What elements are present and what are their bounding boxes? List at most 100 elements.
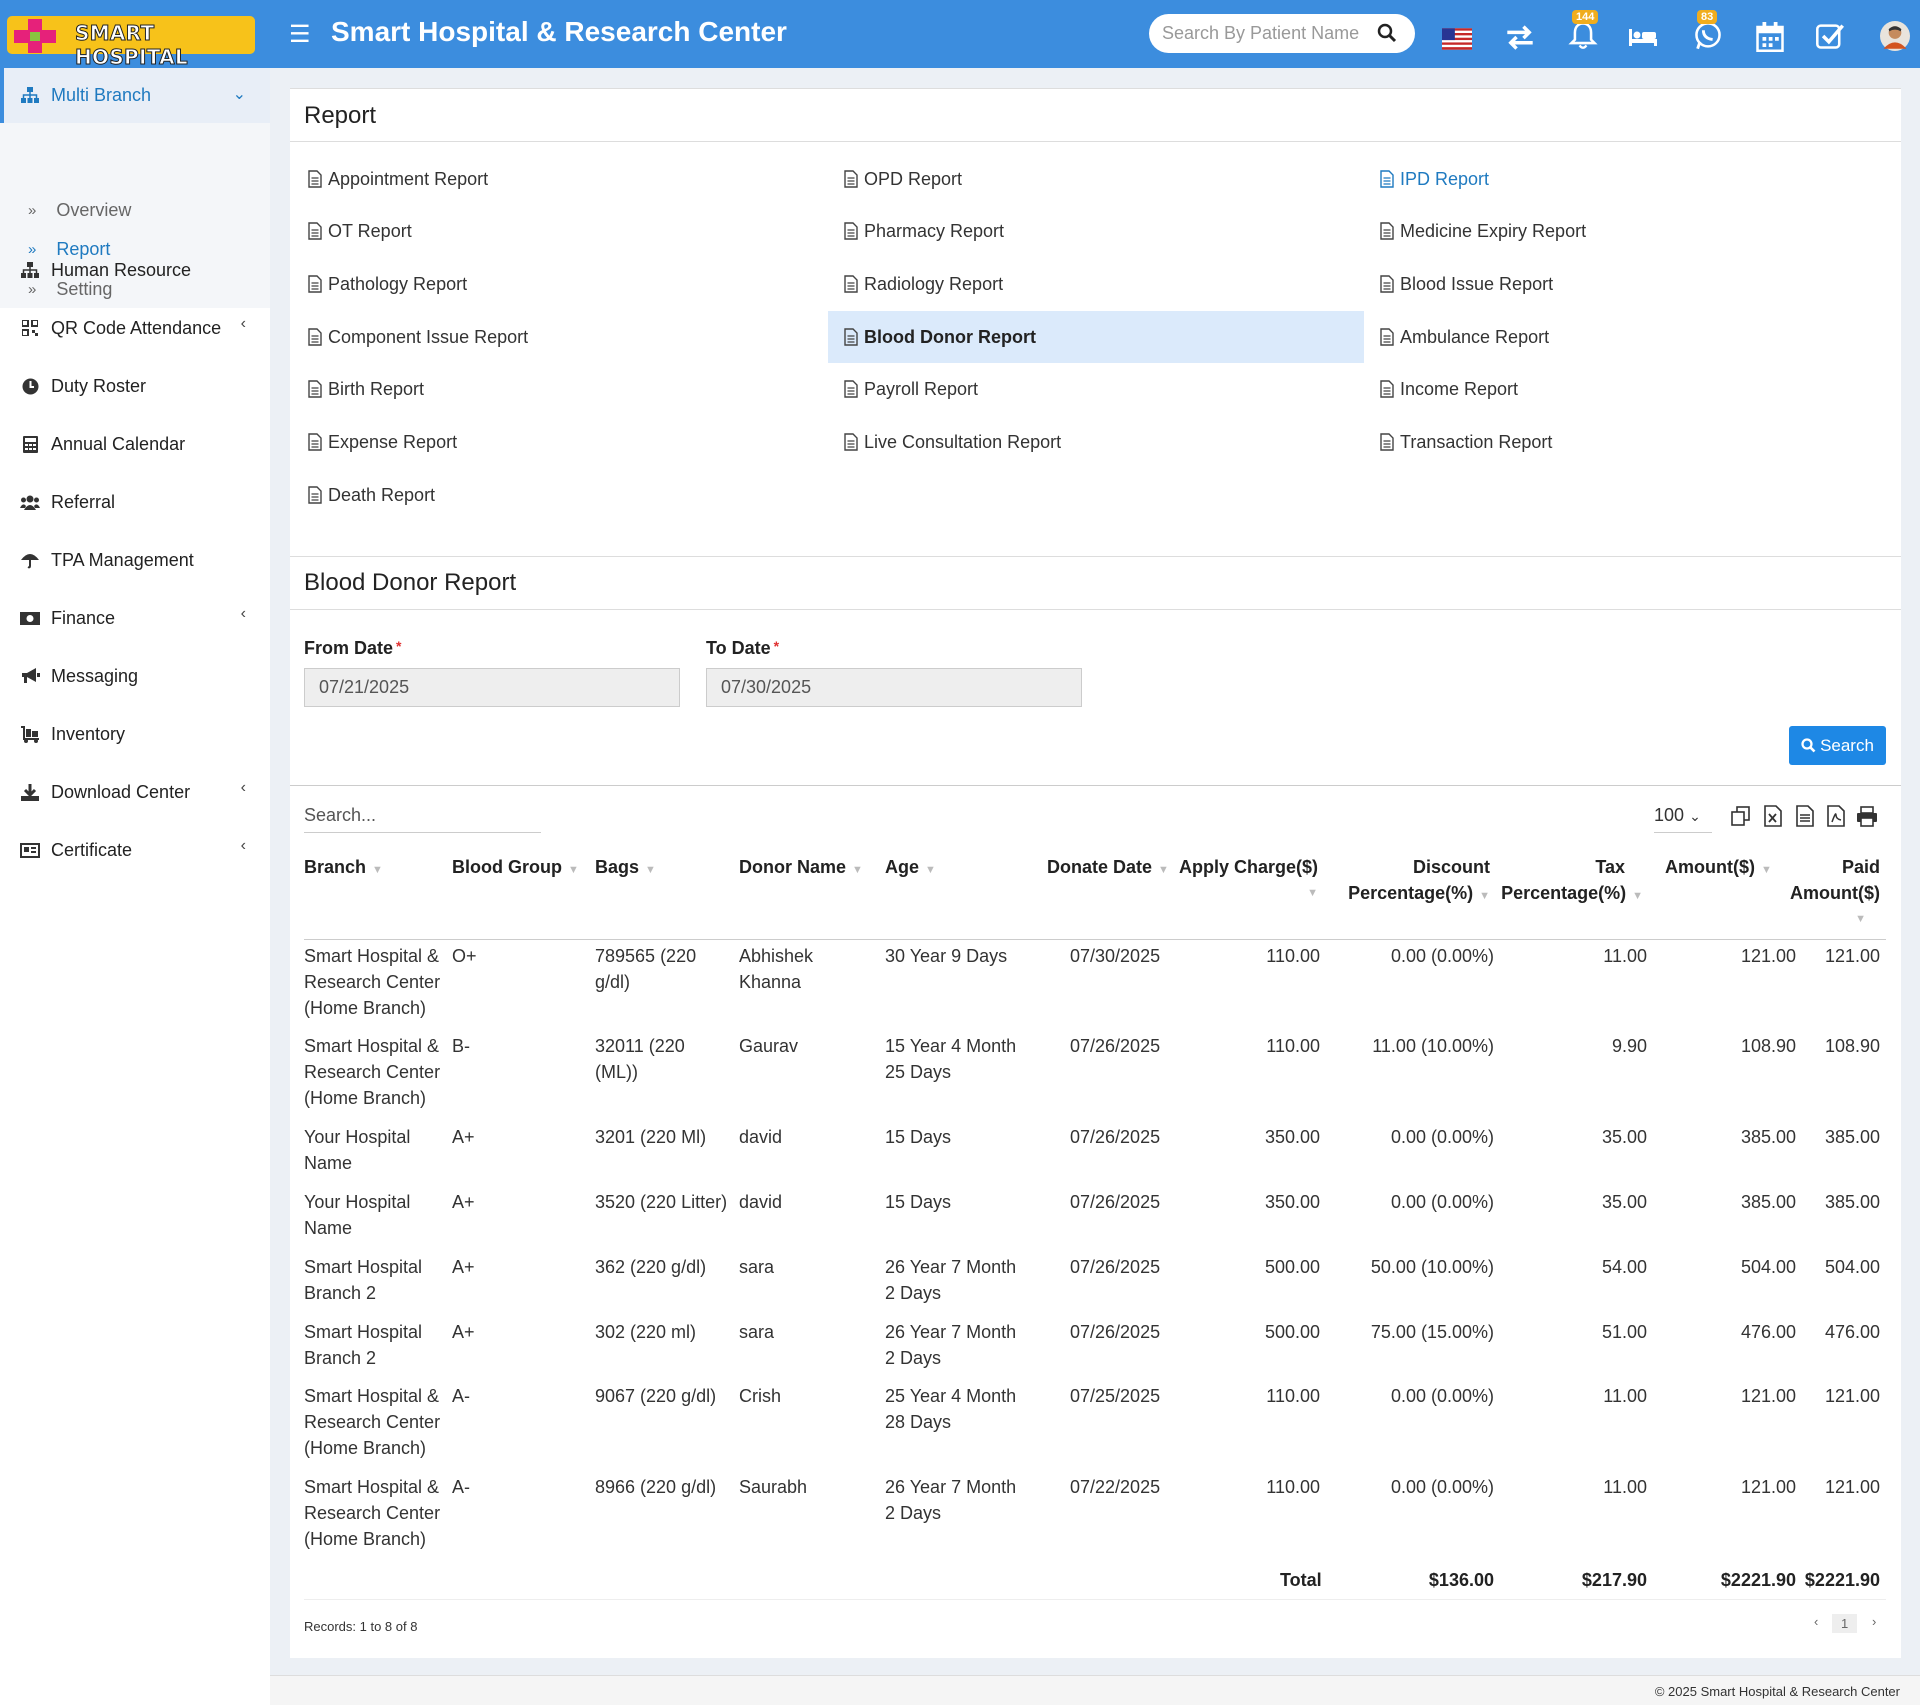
sort-icon: ▼	[1855, 913, 1866, 925]
table-search-input[interactable]: Search...	[304, 805, 541, 833]
from-date-label: From Date *	[304, 638, 401, 659]
report-link-expense-report[interactable]: Expense Report	[292, 416, 828, 468]
report-link-death-report[interactable]: Death Report	[292, 469, 828, 521]
cell-bags: 362 (220 g/dl)	[595, 1254, 735, 1280]
column-header-blood-group[interactable]: Blood Group ▼	[452, 854, 579, 883]
report-link-income-report[interactable]: Income Report	[1364, 363, 1900, 415]
header-text: Discount	[1412, 857, 1490, 877]
to-date-label-text: To Date	[706, 638, 771, 658]
copy-icon[interactable]	[1730, 805, 1752, 827]
sidebar-item-finance[interactable]: Finance	[20, 603, 115, 633]
file-icon	[1380, 328, 1394, 346]
column-header-amount[interactable]: Amount($) ▼	[1665, 854, 1772, 883]
column-header-donate-date[interactable]: Donate Date ▼	[1047, 854, 1169, 883]
bed-icon[interactable]	[1628, 22, 1658, 52]
report-link-ipd-report[interactable]: IPD Report	[1364, 153, 1900, 205]
sidebar-item-messaging[interactable]: Messaging	[20, 661, 138, 691]
report-link-label: Income Report	[1400, 378, 1519, 399]
report-link-live-consultation-report[interactable]: Live Consultation Report	[828, 416, 1364, 468]
patient-search	[1149, 14, 1415, 53]
patient-search-input[interactable]	[1162, 23, 1372, 44]
logo[interactable]: SMART HOSPITAL	[7, 16, 255, 70]
report-link-pharmacy-report[interactable]: Pharmacy Report	[828, 205, 1364, 257]
csv-icon[interactable]	[1794, 805, 1816, 827]
cell-group: O+	[452, 946, 477, 966]
report-link-birth-report[interactable]: Birth Report	[292, 363, 828, 415]
report-link-label: Blood Issue Report	[1400, 273, 1554, 294]
sidebar-item-qr-code-attendance[interactable]: QR Code Attendance	[20, 313, 221, 343]
column-header-age[interactable]: Age ▼	[885, 854, 936, 883]
switch-arrows-icon[interactable]	[1505, 22, 1535, 52]
report-link-blood-donor-report[interactable]: Blood Donor Report	[828, 311, 1364, 363]
report-link-medicine-expiry-report[interactable]: Medicine Expiry Report	[1364, 205, 1900, 257]
sidebar-item-human-resource[interactable]: Human Resource	[20, 255, 191, 285]
report-link-radiology-report[interactable]: Radiology Report	[828, 258, 1364, 310]
pdf-icon[interactable]	[1825, 805, 1847, 827]
header-divider	[304, 939, 1886, 940]
report-link-ambulance-report[interactable]: Ambulance Report	[1364, 311, 1900, 363]
cell-line: Research Center	[304, 972, 441, 992]
sidebar-item-referral[interactable]: Referral	[20, 487, 115, 517]
report-link-payroll-report[interactable]: Payroll Report	[828, 363, 1364, 415]
sidebar-item-inventory[interactable]: Inventory	[20, 719, 125, 749]
cell-line: 25 Days	[885, 1062, 952, 1082]
header-text: Bags	[595, 857, 640, 877]
calendar-icon[interactable]	[1755, 22, 1785, 52]
column-header-branch[interactable]: Branch ▼	[304, 854, 383, 883]
report-link-opd-report[interactable]: OPD Report	[828, 153, 1364, 205]
cell-branch: Smart Hospital & Research Center (Home Bra…	[304, 943, 444, 1021]
page-size-select[interactable]: 100 ⌄	[1654, 805, 1712, 833]
excel-icon[interactable]	[1762, 805, 1784, 827]
cell-donor: Gaurav	[739, 1033, 869, 1059]
report-link-appointment-report[interactable]: Appointment Report	[292, 153, 828, 205]
cell-line: 9067 (220 g/dl)	[595, 1386, 717, 1406]
cell-age: 26 Year 7 Month 2 Days	[885, 1474, 1035, 1526]
report-link-component-issue-report[interactable]: Component Issue Report	[292, 311, 828, 363]
cell-line: 28 Days	[885, 1412, 952, 1432]
column-header-bags[interactable]: Bags ▼	[595, 854, 656, 883]
report-link-transaction-report[interactable]: Transaction Report	[1364, 416, 1900, 468]
whatsapp-badge: 83	[1697, 10, 1718, 24]
column-header-apply-charge[interactable]: Apply Charge($) ▼	[1170, 854, 1318, 906]
report-link-pathology-report[interactable]: Pathology Report	[292, 258, 828, 310]
luggage-cart-icon	[20, 725, 40, 743]
sub-item-overview[interactable]: » Overview	[28, 197, 131, 223]
file-icon	[308, 222, 322, 240]
print-icon[interactable]	[1856, 805, 1878, 827]
cell-age: 15 Days	[885, 1124, 1035, 1150]
column-header-paid-amount[interactable]: Paid Amount($) ▼	[1760, 854, 1880, 932]
sidebar-item-tpa-management[interactable]: TPA Management	[20, 545, 194, 575]
search-button[interactable]: Search	[1789, 726, 1886, 765]
divider	[290, 609, 1901, 610]
column-header-donor-name[interactable]: Donor Name ▼	[739, 854, 863, 883]
required-mark: *	[773, 638, 780, 654]
cell-line: Smart Hospital &	[304, 1477, 440, 1497]
prev-page-icon[interactable]: ‹	[1814, 1614, 1818, 1629]
cell-line: Saurabh	[739, 1477, 808, 1497]
from-date-input[interactable]: 07/21/2025	[304, 668, 680, 707]
column-header-tax[interactable]: Tax Percentage(%) ▼	[1480, 854, 1643, 909]
cell-bags: 789565 (220 g/dl)	[595, 943, 735, 995]
sidebar-item-duty-roster[interactable]: Duty Roster	[20, 371, 146, 401]
column-header-discount[interactable]: Discount Percentage(%) ▼	[1320, 854, 1490, 909]
sidebar-item-annual-calendar[interactable]: Annual Calendar	[20, 429, 185, 459]
user-avatar[interactable]	[1880, 21, 1910, 51]
menu-toggle-icon[interactable]: ☰	[289, 20, 311, 49]
sidebar-item-download-center[interactable]: Download Center	[20, 777, 190, 807]
to-date-input[interactable]: 07/30/2025	[706, 668, 1082, 707]
next-page-icon[interactable]: ›	[1872, 1614, 1876, 1629]
cell-line: Research Center	[304, 1062, 441, 1082]
task-check-icon[interactable]	[1815, 21, 1845, 51]
file-icon	[308, 433, 322, 451]
us-flag-icon[interactable]	[1442, 24, 1472, 54]
search-icon[interactable]	[1377, 23, 1397, 43]
report-link-ot-report[interactable]: OT Report	[292, 205, 828, 257]
calculator-icon	[20, 435, 40, 453]
whatsapp-icon[interactable]	[1693, 21, 1723, 51]
sidebar-item-certificate[interactable]: Certificate	[20, 835, 132, 865]
sidebar-item-multi-branch-label[interactable]: Multi Branch	[20, 80, 151, 110]
bell-icon[interactable]	[1568, 20, 1598, 50]
page-number[interactable]: 1	[1832, 1614, 1858, 1633]
cell-date: 07/26/2025	[1070, 1127, 1161, 1147]
report-link-blood-issue-report[interactable]: Blood Issue Report	[1364, 258, 1900, 310]
